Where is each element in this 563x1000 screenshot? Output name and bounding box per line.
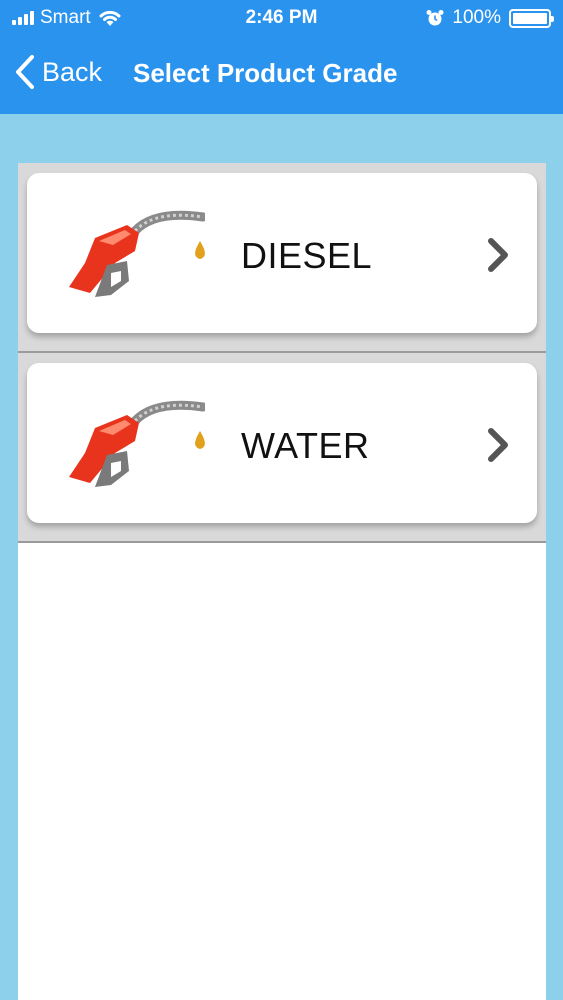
fuel-nozzle-icon [69,210,205,297]
battery-icon [509,8,554,28]
chevron-left-icon [16,55,34,89]
product-label: WATER [241,425,370,466]
row-divider [18,541,546,543]
list-item-diesel: DIESEL [18,163,546,353]
chevron-right-icon [488,428,508,462]
status-bar: Smart 2:46 PM 100% [0,0,563,38]
product-card-diesel[interactable]: DIESEL [27,173,537,333]
alarm-icon [426,10,444,26]
app-screen: Smart 2:46 PM 100% Back Select Product G… [0,0,563,1000]
product-label: DIESEL [241,235,373,276]
navigation-bar: Back Select Product Grade [0,52,563,100]
product-list: DIESEL WATER [18,163,546,1000]
page-title: Select Product Grade [133,58,398,88]
back-label: Back [42,56,103,87]
product-card-water[interactable]: WATER [27,363,537,523]
top-bar: Smart 2:46 PM 100% Back Select Product G… [0,0,563,114]
chevron-right-icon [488,238,508,272]
fuel-nozzle-icon [69,400,205,487]
status-right: 100% [426,7,554,29]
list-item-water: WATER [18,353,546,543]
back-button[interactable]: Back [14,54,102,90]
battery-percent: 100% [452,7,501,28]
